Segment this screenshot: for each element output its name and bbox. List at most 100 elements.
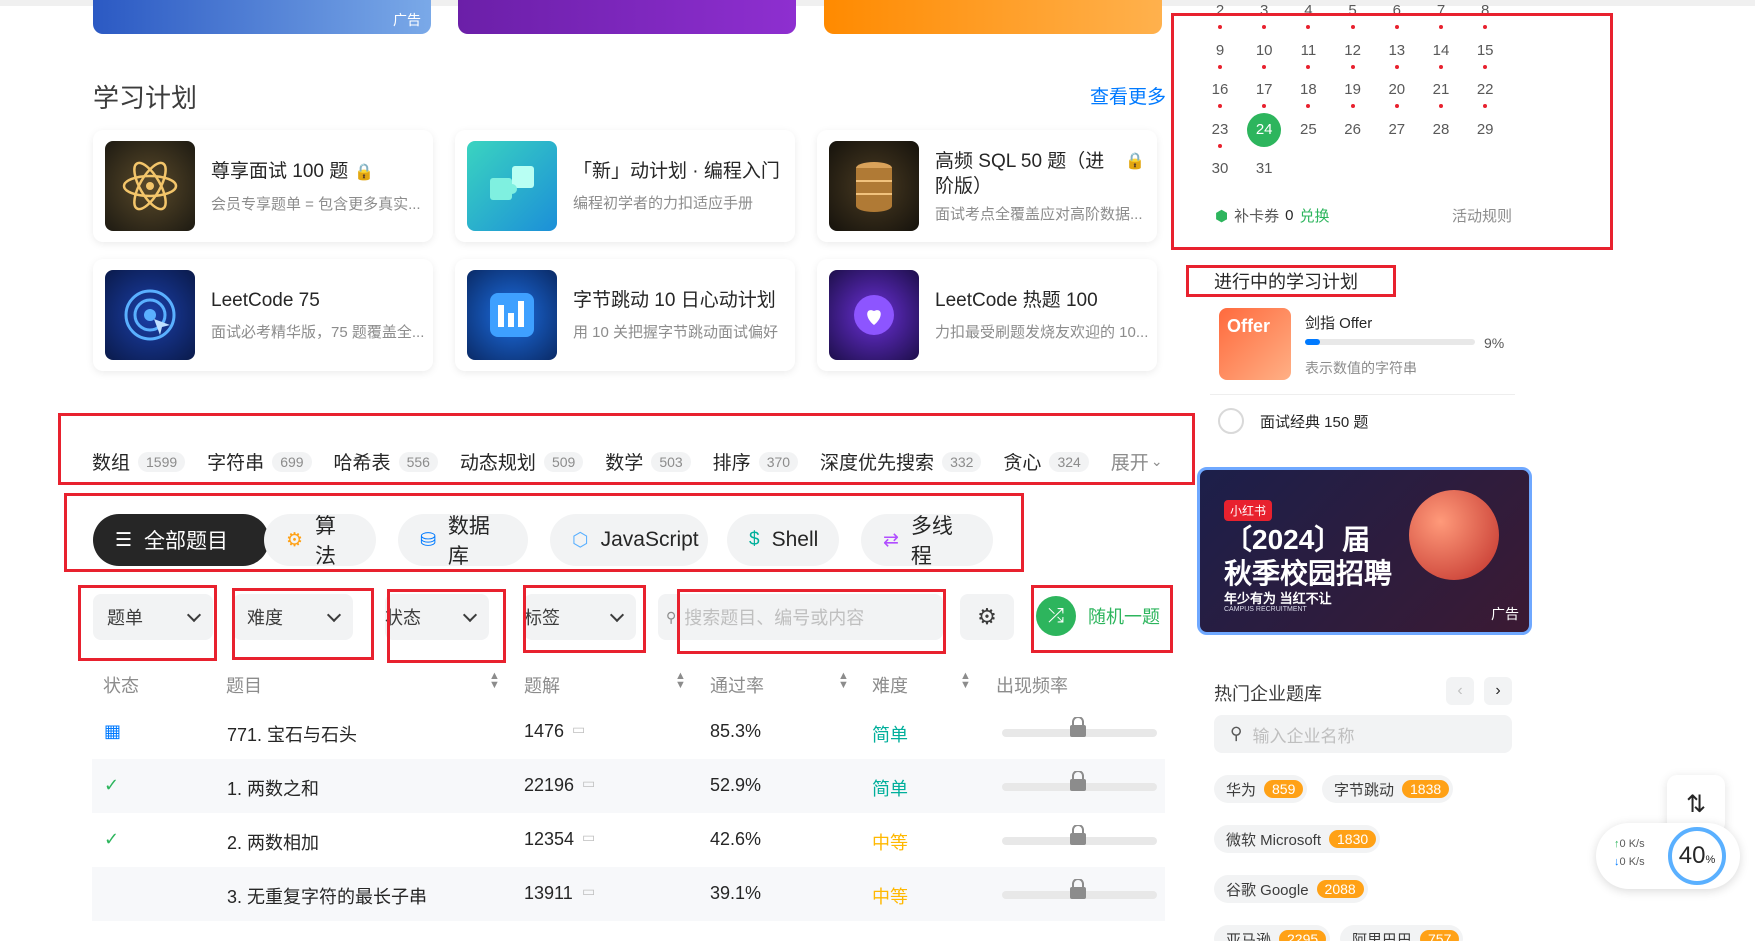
offer-thumb[interactable]: Offer [1219, 308, 1291, 380]
header-title[interactable]: 题目 [226, 672, 262, 698]
company-count: 859 [1264, 780, 1304, 798]
gear-icon: ⚙ [977, 604, 997, 629]
plan-title: 字节跳动 10 日心动计划 [573, 290, 776, 311]
header-status: 状态 [103, 676, 139, 696]
annotation-box-tags [58, 413, 1195, 485]
acceptance-rate: 85.3% [710, 721, 762, 741]
plan-card-lc75[interactable]: LeetCode 75 面试必考精华版，75 题覆盖全... [93, 259, 433, 371]
header-acceptance[interactable]: 通过率 [710, 672, 764, 698]
next-button[interactable]: › [1484, 677, 1512, 705]
company-chip[interactable]: 微软 Microsoft 1830 [1214, 825, 1381, 853]
company-count: 757 [1420, 930, 1460, 941]
plan-title: 高频 SQL 50 题（进阶版） [935, 150, 1105, 197]
download-speed: ↓0 K/s [1614, 856, 1645, 868]
ad-label: 广告 [1491, 606, 1519, 622]
ad-label: 广告 [393, 12, 421, 28]
plan-card-hot100[interactable]: LeetCode 热题 100 力扣最受刷题发烧友欢迎的 10... [817, 259, 1157, 371]
header-frequency: 出现频率 [996, 676, 1068, 696]
upload-speed: ↑0 K/s [1614, 838, 1645, 850]
problem-title[interactable]: 1. 两数之和 [227, 775, 319, 801]
problem-title[interactable]: 2. 两数相加 [227, 829, 319, 855]
header-difficulty[interactable]: 难度 [872, 672, 908, 698]
plan-card-beginner[interactable]: 「新」动计划 · 编程入门 编程初学者的力扣适应手册 [455, 130, 795, 242]
video-icon: ▭ [582, 883, 596, 899]
offer-thumb-label: Offer [1227, 316, 1271, 336]
company-chip[interactable]: 阿里巴巴 757 [1340, 925, 1464, 941]
company-chip[interactable]: 字节跳动 1838 [1322, 775, 1454, 803]
company-chip[interactable]: 谷歌 Google 2088 [1214, 875, 1368, 903]
settings-button[interactable]: ⚙ [960, 594, 1014, 640]
lock-icon: 🔒 [1125, 152, 1145, 170]
study-plan-title: 学习计划 [93, 83, 198, 113]
difficulty-label: 简单 [872, 725, 908, 745]
difficulty-label: 简单 [872, 779, 908, 799]
company-name: 微软 Microsoft [1226, 831, 1322, 849]
progress-fill [1305, 339, 1321, 345]
problem-title[interactable]: 771. 宝石与石头 [227, 721, 357, 747]
solved-check-icon: ✓ [104, 829, 120, 849]
solution-count: 12354 [524, 829, 575, 849]
target-icon [105, 270, 195, 360]
acceptance-rate: 52.9% [710, 775, 762, 795]
table-row[interactable]: ▦ 771. 宝石与石头 1476 ▭ 85.3% 简单 [92, 705, 1165, 759]
plan-card-sql[interactable]: 高频 SQL 50 题（进阶版） 🔒 面试考点全覆盖应对高阶数据... [817, 130, 1157, 242]
net-speed-widget[interactable]: ↑0 K/s ↓0 K/s 40% [1596, 823, 1740, 889]
company-search-input[interactable]: ⚲ 输入企业名称 [1214, 715, 1512, 753]
table-row[interactable]: ✓ 1. 两数之和 22196 ▭ 52.9% 简单 [92, 759, 1165, 813]
plan-title: 「新」动计划 · 编程入门 [573, 161, 780, 182]
company-count: 2295 [1279, 930, 1327, 941]
heart-chat-icon [829, 270, 919, 360]
ongoing-plan-name[interactable]: 剑指 Offer [1305, 312, 1372, 333]
sort-icon[interactable]: ▲ ▼ [489, 671, 500, 691]
see-more-link[interactable]: 查看更多 [1090, 82, 1166, 109]
difficulty-label: 中等 [872, 833, 908, 853]
annotation-box-tag [523, 585, 646, 653]
plan-title: LeetCode 75 [211, 290, 320, 311]
usage-percent: 40 [1678, 842, 1706, 869]
plan-desc: 编程初学者的力扣适应手册 [573, 195, 754, 212]
sort-icon[interactable]: ▲ ▼ [838, 671, 849, 691]
acceptance-rate: 39.1% [710, 883, 762, 903]
prev-button[interactable]: ‹ [1446, 677, 1474, 705]
plan-title: LeetCode 热题 100 [935, 290, 1098, 311]
plan-card-bytedance[interactable]: 字节跳动 10 日心动计划 用 10 关把握字节跳动面试偏好 [455, 259, 795, 371]
atom-icon [105, 141, 195, 231]
search-icon: ⚲ [666, 608, 677, 625]
company-name: 字节跳动 [1334, 781, 1395, 799]
lock-icon: 🔒 [354, 163, 375, 181]
search-icon: ⚲ [1230, 724, 1243, 743]
company-count: 1838 [1402, 780, 1450, 798]
solution-count: 1476 [524, 721, 565, 741]
banner-3[interactable] [824, 0, 1162, 34]
banner-2[interactable] [458, 0, 796, 34]
table-row[interactable]: 3. 无重复字符的最长子串 13911 ▭ 39.1% 中等 [92, 867, 1165, 921]
sort-icon[interactable]: ▲ ▼ [675, 671, 686, 691]
bar-logo-icon [467, 270, 557, 360]
sort-icon[interactable]: ▲ ▼ [960, 671, 971, 691]
puzzle-icon [467, 141, 557, 231]
usage-percent-sign: % [1705, 854, 1716, 866]
database-icon [829, 141, 919, 231]
company-chip[interactable]: 华为 859 [1214, 775, 1308, 803]
ad-line3: 年少有为 当红不让 [1224, 591, 1332, 606]
annotation-box-calendar [1171, 13, 1613, 250]
header-solutions[interactable]: 题解 [524, 672, 560, 698]
plan-card-premium[interactable]: 尊享面试 100 题 🔒 会员专享题单 = 包含更多真实... [93, 130, 433, 242]
usage-gauge: 40% [1668, 827, 1726, 885]
lock-icon [1069, 716, 1087, 737]
company-chip[interactable]: 亚马逊 2295 [1214, 925, 1331, 941]
plan-radio[interactable] [1218, 408, 1244, 434]
difficulty-label: 中等 [872, 887, 908, 907]
campus-recruit-ad[interactable]: 小红书 〔2024〕届 秋季校园招聘 年少有为 当红不让 CAMPUS RECR… [1197, 467, 1532, 635]
companies-title: 热门企业题库 [1214, 684, 1322, 704]
banner-1[interactable]: 广告 [93, 0, 431, 34]
problem-title[interactable]: 3. 无重复字符的最长子串 [227, 883, 427, 909]
solved-check-icon: ✓ [104, 775, 120, 795]
table-row[interactable]: ✓ 2. 两数相加 12354 ▭ 42.6% 中等 [92, 813, 1165, 867]
divider [1210, 394, 1515, 395]
ongoing-plan-desc: 表示数值的字符串 [1305, 360, 1417, 376]
other-plan-name[interactable]: 面试经典 150 题 [1260, 411, 1368, 432]
ad-planet [1409, 490, 1499, 580]
plan-desc: 用 10 关把握字节跳动面试偏好 [573, 324, 779, 341]
company-count: 2088 [1316, 880, 1364, 898]
